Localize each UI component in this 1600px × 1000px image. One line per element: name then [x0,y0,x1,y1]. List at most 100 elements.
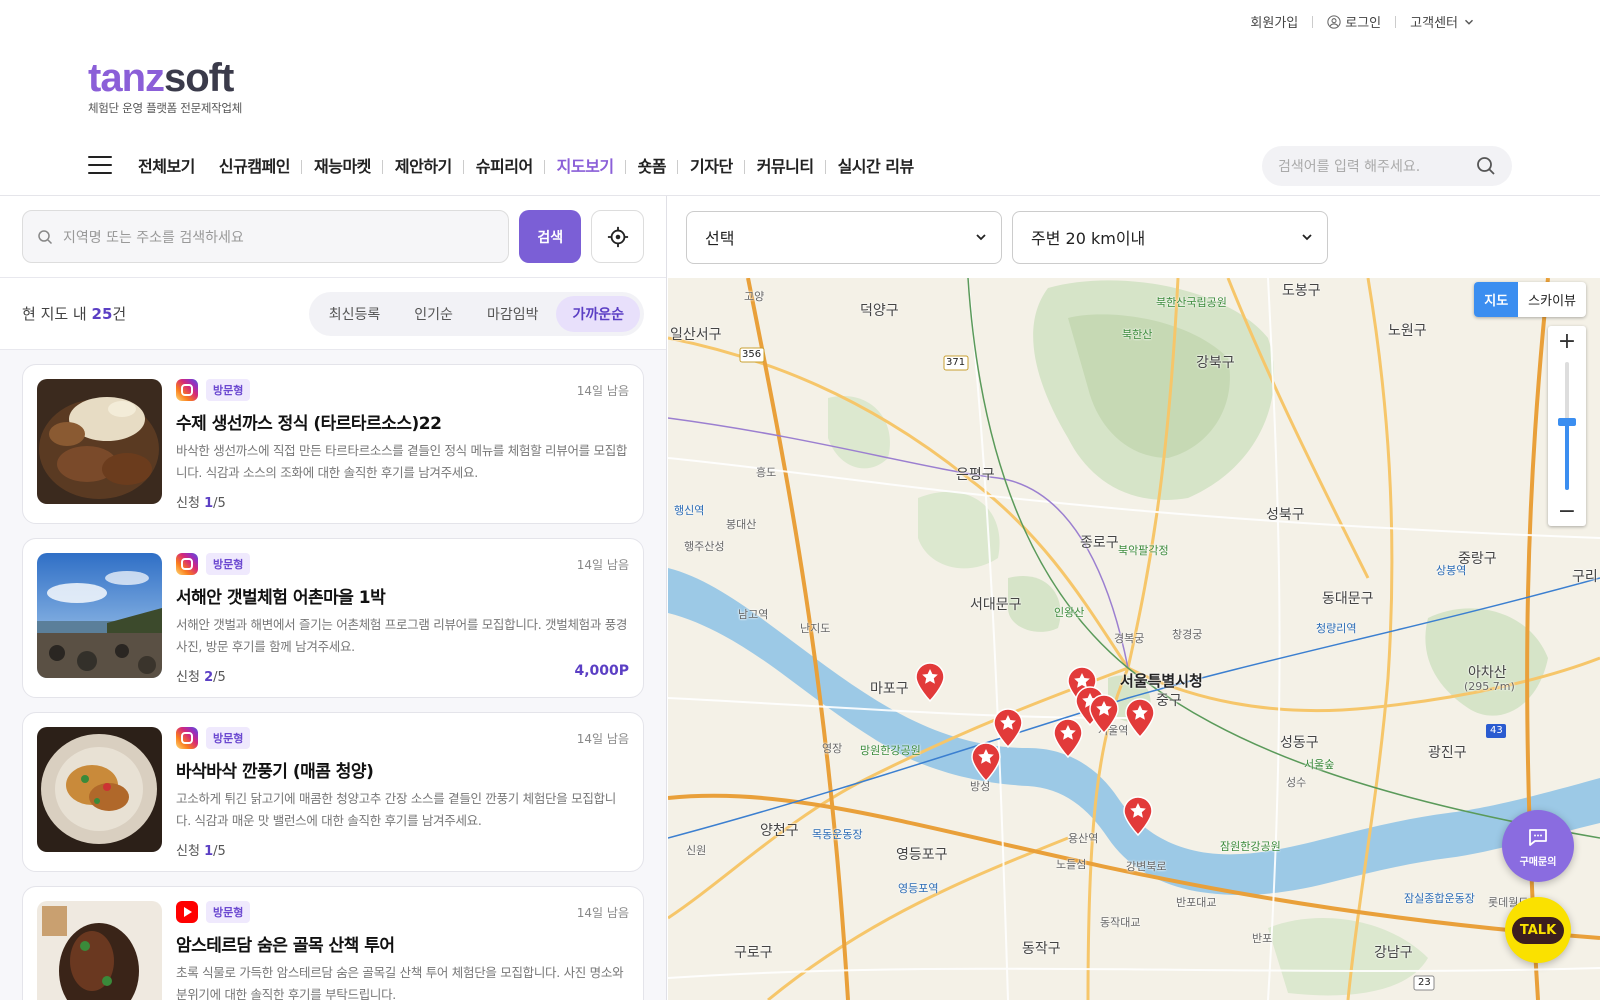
chevron-down-icon [976,234,986,241]
nav-item-talent-market[interactable]: 재능마켓 [302,153,383,177]
sort-deadline[interactable]: 마감임박 [471,296,555,332]
map-label: (295.7m) [1464,680,1515,693]
purchase-inquiry-button[interactable]: 구매문의 [1502,810,1574,882]
days-left: 14일 남음 [576,558,629,572]
campaign-card[interactable]: 방문형 14일 남음 수제 생선까스 정식 (타르타르소스)22 바삭한 생선까… [22,364,644,524]
location-search-bar: 지역명 또는 주소를 검색하세요 검색 [0,196,666,278]
map-label: 망원한강공원 [860,744,921,757]
logo-tagline: 체험단 운영 플랫폼 전문제작업체 [88,101,242,115]
campaign-thumbnail [37,901,162,1000]
campaign-card[interactable]: 방문형 14일 남음 바삭바삭 깐풍기 (매콤 청양) 고소하게 튀긴 닭고기에… [22,712,644,872]
map-label: 동작대교 [1100,916,1141,929]
campaign-title: 서해안 갯벌체험 어촌마을 1박 [176,588,386,608]
instagram-icon [176,379,198,401]
nav-item-reporters[interactable]: 기자단 [678,153,745,177]
campaign-marker[interactable] [1052,718,1084,758]
map-label: 반포 [1252,932,1273,945]
map-filter-bar: 선택 주변 20 km이내 [668,196,1600,278]
reward-point: 4,000P [574,663,629,679]
map-label: 마포구 [870,681,909,697]
category-select[interactable]: 선택 [686,210,1002,264]
campaign-thumbnail [37,379,162,504]
map-label: 노들섬 [1056,858,1087,871]
kakao-talk-button[interactable]: TALK [1505,897,1571,963]
campaign-marker[interactable] [1124,698,1156,738]
nav-item-community[interactable]: 커뮤니티 [745,153,826,177]
map-label: 종로구 [1080,535,1119,551]
visit-type-badge: 방문형 [206,553,251,575]
zoom-slider-handle[interactable] [1558,418,1576,426]
map-label: 성북구 [1266,507,1305,523]
nav-item-realtime-review[interactable]: 실시간 리뷰 [826,153,926,177]
category-select-value: 선택 [705,229,735,248]
zoom-in-button[interactable]: + [1548,326,1586,356]
map-label: 노원구 [1388,323,1427,339]
sort-popular[interactable]: 인기순 [398,296,469,332]
campaign-marker[interactable] [914,662,946,702]
map-label: 경복궁 [1114,632,1145,645]
map-label: 동작구 [1022,941,1061,957]
sort-nearest[interactable]: 가까운순 [556,295,640,332]
campaign-card[interactable]: 방문형 14일 남음 암스테르담 숨은 골목 산책 투어 초록 식물로 가득한 … [22,886,644,1000]
map-label: 신원 [686,844,707,857]
campaign-description: 고소하게 튀긴 닭고기에 매콤한 청양고추 간장 소스를 곁들인 깐풍기 체험단… [176,791,616,828]
campaign-marker[interactable] [1122,796,1154,836]
campaign-thumbnail [37,553,162,678]
map-label: 잠실종합운동장 [1404,892,1475,905]
zoom-out-button[interactable]: − [1548,496,1586,526]
map-label: 강변북로 [1126,860,1167,873]
location-search-input[interactable]: 지역명 또는 주소를 검색하세요 [22,210,510,263]
map-label: 청량리역 [1316,622,1357,635]
campaign-description: 서해안 갯벌과 해변에서 즐기는 어촌체험 프로그램 리뷰어를 모집합니다. 갯… [176,617,628,654]
site-logo[interactable]: tanzsoft 체험단 운영 플랫폼 전문제작업체 [88,58,242,116]
map-label: 강북구 [1196,355,1235,371]
nav-item-superior[interactable]: 슈피리어 [464,153,545,177]
map-label: 용산역 [1068,832,1099,845]
result-count-value: 25 [91,305,113,323]
nav-item-shortform[interactable]: 숏폼 [626,153,679,177]
global-search-input[interactable]: 검색어를 입력 해주세요. [1262,146,1512,186]
apply-count: 신청 2/5 [176,670,226,685]
utility-menu: 회원가입 로그인 고객센터 [1236,12,1490,31]
nav-item-all[interactable]: 전체보기 [126,153,207,177]
map-view[interactable]: 덕양구 고양 일산서구 강북구 도봉구 노원구 북한산 북한산국립공원 은평구 … [668,278,1600,1000]
map-label: 도봉구 [1282,283,1321,299]
support-dropdown[interactable]: 고객센터 [1396,12,1490,31]
campaign-marker[interactable] [970,742,1002,782]
map-label: 동대문구 [1322,591,1374,607]
search-icon[interactable] [1476,156,1496,176]
map-type-skyview[interactable]: 스카이뷰 [1518,282,1586,317]
hamburger-menu-icon[interactable] [88,156,112,174]
radius-select-value: 주변 20 km이내 [1031,229,1146,248]
map-label: 광진구 [1428,745,1467,761]
campaign-card[interactable]: 방문형 14일 남음 서해안 갯벌체험 어촌마을 1박 서해안 갯벌과 해변에서… [22,538,644,698]
search-icon [38,229,53,244]
map-label: 양천구 [760,823,799,839]
campaign-list: 방문형 14일 남음 수제 생선까스 정식 (타르타르소스)22 바삭한 생선까… [0,350,666,1000]
map-label: 창경궁 [1172,628,1203,641]
map-type-map[interactable]: 지도 [1474,282,1519,317]
highway-number: 43 [1490,725,1503,736]
location-search-button[interactable]: 검색 [519,210,582,263]
signup-link[interactable]: 회원가입 [1236,12,1312,31]
map-label: 봉대산 [726,518,757,531]
location-search-placeholder: 지역명 또는 주소를 검색하세요 [63,229,244,246]
map-label: 서울숲 [1304,758,1335,771]
radius-select[interactable]: 주변 20 km이내 [1012,210,1328,264]
map-label: 흥도 [756,466,777,479]
result-count: 현 지도 내 25건 [22,305,127,323]
sort-latest[interactable]: 최신등록 [313,296,397,332]
zoom-control: + − [1548,326,1586,526]
nav-item-new-campaign[interactable]: 신규캠페인 [207,153,303,177]
login-link[interactable]: 로그인 [1313,12,1395,31]
nav-item-propose[interactable]: 제안하기 [383,153,464,177]
zoom-level-fill [1565,422,1569,490]
days-left: 14일 남음 [576,384,629,398]
campaign-marker[interactable] [1088,694,1120,734]
map-label: 성동구 [1280,735,1319,751]
map-label: 영등포구 [896,847,948,863]
user-icon [1327,14,1341,29]
current-location-button[interactable] [591,210,644,263]
nav-item-map[interactable]: 지도보기 [545,153,626,177]
map-label: 아차산 [1468,665,1507,681]
